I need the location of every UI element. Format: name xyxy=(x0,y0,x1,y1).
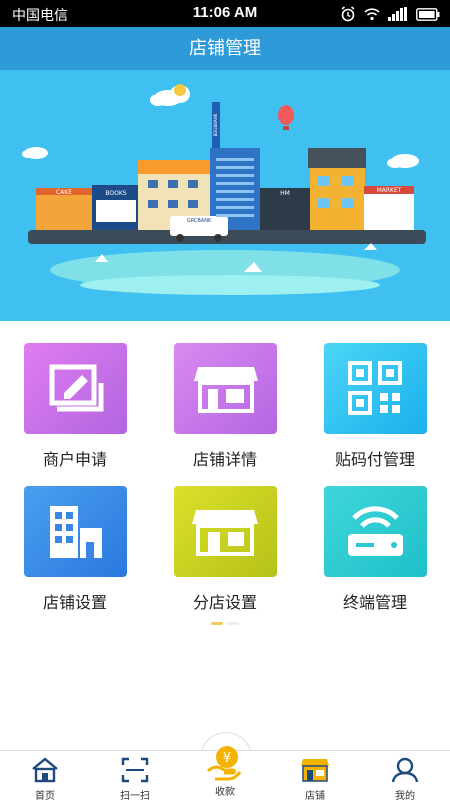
home-icon xyxy=(32,757,58,783)
alarm-icon xyxy=(341,6,355,22)
tile-label: 终端管理 xyxy=(342,593,407,612)
page-dot[interactable] xyxy=(227,622,239,625)
truck-sign: GRCBANK xyxy=(187,218,212,224)
tab-profile[interactable]: 我的 xyxy=(360,751,450,802)
page-indicator xyxy=(0,622,450,625)
svg-text:¥: ¥ xyxy=(223,751,231,766)
qr-code-icon xyxy=(323,343,427,434)
tile-label: 店铺设置 xyxy=(42,593,107,612)
tile-shop-settings[interactable]: 店铺设置 xyxy=(0,486,150,613)
tile-terminal-management[interactable]: 终端管理 xyxy=(300,486,450,613)
app-header: 店铺管理 xyxy=(0,27,450,70)
page-dot-active[interactable] xyxy=(211,622,223,625)
edit-icon xyxy=(23,343,127,434)
status-bar: 中国电信 11:06 AM xyxy=(0,0,450,27)
tile-label: 店铺详情 xyxy=(192,450,257,469)
bottom-tab-bar: 首页 扫一扫 ¥ 收款 店铺 我的 xyxy=(0,746,450,802)
tile-label: 分店设置 xyxy=(192,593,257,612)
router-icon xyxy=(323,486,427,577)
scan-icon xyxy=(121,757,149,783)
tower-sign: BDGBBANK xyxy=(213,113,218,136)
banner-illustration: CAKE BOOKS HM MARKET GRCBANK BDGBBANK xyxy=(0,70,450,321)
tile-qr-payment[interactable]: 贴码付管理 xyxy=(300,343,450,470)
storefront-icon xyxy=(173,343,277,434)
tab-shop[interactable]: 店铺 xyxy=(270,751,360,802)
page-title: 店铺管理 xyxy=(189,38,261,59)
signal-icon xyxy=(388,7,407,21)
tab-scan[interactable]: 扫一扫 xyxy=(90,751,180,802)
cake-sign: CAKE xyxy=(56,189,72,196)
tab-home[interactable]: 首页 xyxy=(0,751,90,802)
hm-sign: HM xyxy=(280,190,290,197)
battery-icon xyxy=(416,7,440,21)
tile-branch-settings[interactable]: 分店设置 xyxy=(150,486,300,613)
profile-icon xyxy=(391,757,419,783)
tile-merchant-apply[interactable]: 商户申请 xyxy=(0,343,150,470)
books-sign: BOOKS xyxy=(105,190,126,197)
tile-label: 贴码付管理 xyxy=(334,450,415,469)
shop-icon xyxy=(301,759,329,782)
collect-money-icon: ¥ xyxy=(206,746,242,781)
tab-collect-money[interactable]: ¥ 收款 xyxy=(180,746,270,798)
market-sign: MARKET xyxy=(377,187,402,194)
wifi-icon xyxy=(364,8,380,21)
tile-shop-details[interactable]: 店铺详情 xyxy=(150,343,300,470)
status-icons xyxy=(340,5,440,23)
building-icon xyxy=(23,486,127,577)
city-illustration: CAKE BOOKS HM MARKET GRCBANK BDGBBANK xyxy=(22,84,426,295)
tile-label: 商户申请 xyxy=(42,450,107,469)
tab-label: 收款 xyxy=(215,787,235,798)
branch-store-icon xyxy=(173,486,277,577)
